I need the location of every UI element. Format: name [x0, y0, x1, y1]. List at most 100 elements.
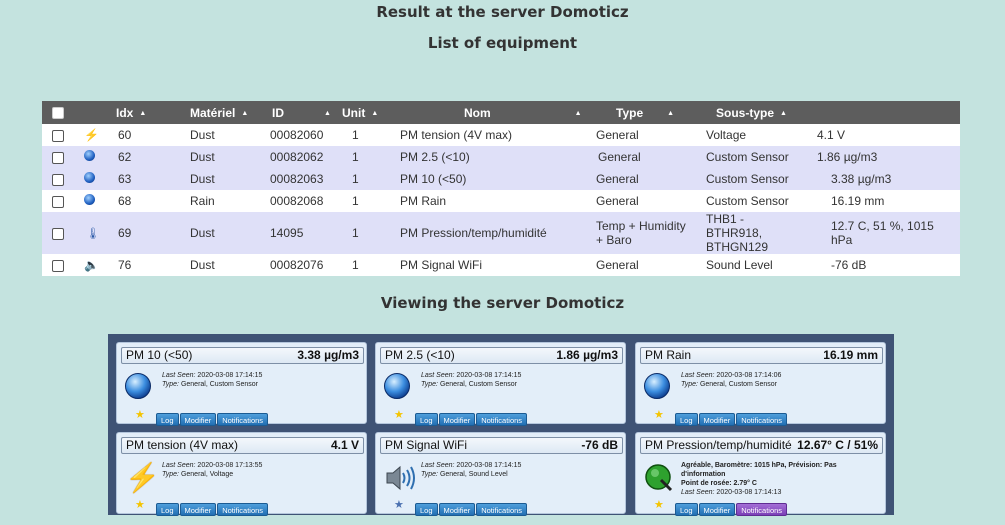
table-row[interactable]: 🌡 69 Dust 14095 1 PM Pression/temp/humid…	[42, 212, 960, 254]
cell-materiel: Dust	[162, 146, 264, 168]
cell-nom: PM Signal WiFi	[388, 254, 586, 276]
card-title-bar: PM Pression/temp/humidité 12.67° C / 51%	[640, 437, 883, 454]
device-value: 3.38 µg/m3	[297, 348, 359, 362]
log-button[interactable]: Log	[675, 503, 698, 516]
modifier-button[interactable]: Modifier	[698, 503, 736, 516]
cell-nom: PM 2.5 (<10)	[388, 146, 586, 168]
table-row[interactable]: ⚡ 60 Dust 00082060 1 PM tension (4V max)…	[42, 124, 960, 146]
viewing-heading: Viewing the server Domoticz	[380, 294, 625, 312]
card-title-bar: PM Rain 16.19 mm	[640, 347, 883, 364]
row-checkbox[interactable]	[52, 129, 64, 142]
device-card: PM Rain 16.19 mm Last Seen: 2020-03-08 1…	[635, 342, 886, 426]
equipment-list-heading: List of equipment	[427, 34, 578, 52]
log-button[interactable]: Log	[156, 503, 179, 516]
favorite-star-icon[interactable]: ★	[654, 500, 664, 511]
sort-icon: ▲	[667, 109, 675, 117]
notifications-button[interactable]: Notifications	[476, 413, 528, 426]
cell-soustype: Custom Sensor	[696, 190, 807, 212]
log-button[interactable]: Log	[156, 413, 179, 426]
select-all-checkbox[interactable]	[52, 107, 64, 120]
cell-id: 00082062	[264, 146, 340, 168]
globe-icon	[84, 194, 95, 205]
log-button[interactable]: Log	[415, 503, 438, 516]
row-checkbox[interactable]	[52, 151, 64, 164]
cell-type: General	[586, 124, 696, 146]
favorite-star-icon[interactable]: ★	[654, 410, 664, 421]
speaker-icon[interactable]	[384, 463, 415, 493]
column-header-nom[interactable]: Nom ▲	[388, 101, 586, 124]
device-value: -76 dB	[581, 438, 618, 452]
row-checkbox[interactable]	[52, 195, 64, 208]
modifier-button[interactable]: Modifier	[698, 413, 736, 426]
globe-icon	[84, 150, 95, 161]
device-name: PM tension (4V max)	[126, 438, 239, 452]
device-name: PM Rain	[645, 348, 692, 362]
log-button[interactable]: Log	[675, 413, 698, 426]
favorite-star-icon[interactable]: ★	[394, 500, 404, 511]
row-checkbox[interactable]	[52, 259, 64, 272]
globe-icon[interactable]	[644, 373, 674, 403]
cell-materiel: Dust	[162, 212, 264, 254]
device-card: PM Signal WiFi -76 dB Last Seen: 2020-03…	[375, 432, 626, 516]
table-row[interactable]: 🔈 76 Dust 00082076 1 PM Signal WiFi Gene…	[42, 254, 960, 276]
cell-soustype: Custom Sensor	[696, 168, 807, 190]
cell-type: General	[586, 254, 696, 276]
card-title-bar: PM 10 (<50) 3.38 µg/m3	[121, 347, 364, 364]
cell-soustype: THB1 - BTHR918, BTHGN129	[696, 212, 807, 254]
notifications-button[interactable]: Notifications	[736, 503, 788, 516]
table-row[interactable]: 63 Dust 00082063 1 PM 10 (<50) General C…	[42, 168, 960, 190]
globe-icon[interactable]	[125, 373, 155, 403]
device-info: Last Seen: 2020-03-08 17:14:15 Type: Gen…	[421, 462, 522, 478]
notifications-button[interactable]: Notifications	[476, 503, 528, 516]
cell-id: 00082060	[264, 124, 340, 146]
cell-unit: 1	[340, 124, 388, 146]
notifications-button[interactable]: Notifications	[217, 413, 269, 426]
favorite-star-icon[interactable]: ★	[135, 410, 145, 421]
cell-unit: 1	[340, 212, 388, 254]
modifier-button[interactable]: Modifier	[438, 413, 476, 426]
table-row[interactable]: 62 Dust 00082062 1 PM 2.5 (<10) General …	[42, 146, 960, 168]
column-header-soustype[interactable]: Sous-type ▲	[696, 101, 807, 124]
sort-icon: ▲	[241, 109, 249, 117]
modifier-button[interactable]: Modifier	[179, 413, 217, 426]
lightning-icon[interactable]: ⚡	[125, 463, 160, 493]
favorite-star-icon[interactable]: ★	[135, 500, 145, 511]
row-checkbox[interactable]	[52, 227, 64, 240]
cell-materiel: Dust	[162, 124, 264, 146]
device-value: 1.86 µg/m3	[556, 348, 618, 362]
table-row[interactable]: 68 Rain 00082068 1 PM Rain General Custo…	[42, 190, 960, 212]
device-value: 16.19 mm	[823, 348, 878, 362]
cell-id: 00082076	[264, 254, 340, 276]
notifications-button[interactable]: Notifications	[217, 503, 269, 516]
column-header-idx[interactable]: Idx ▲	[112, 101, 162, 124]
log-button[interactable]: Log	[415, 413, 438, 426]
column-header-id[interactable]: ID ▲	[264, 101, 340, 124]
notifications-button[interactable]: Notifications	[736, 413, 788, 426]
device-info: Agréable, Baromètre: 1015 hPa, Prévision…	[681, 462, 837, 496]
device-card: PM 2.5 (<10) 1.86 µg/m3 Last Seen: 2020-…	[375, 342, 626, 426]
cell-materiel: Dust	[162, 254, 264, 276]
globe-icon[interactable]	[384, 373, 414, 403]
cell-idx: 60	[112, 124, 162, 146]
cell-idx: 68	[112, 190, 162, 212]
card-title-bar: PM Signal WiFi -76 dB	[380, 437, 623, 454]
sort-icon: ▲	[324, 109, 331, 117]
modifier-button[interactable]: Modifier	[438, 503, 476, 516]
cell-idx: 69	[112, 212, 162, 254]
device-info: Last Seen: 2020-03-08 17:14:15 Type: Gen…	[162, 372, 263, 388]
row-checkbox[interactable]	[52, 173, 64, 186]
cell-type: General	[586, 146, 696, 168]
table-header-row: Idx ▲ Matériel ▲ ID ▲ Unit ▲ Nom ▲ Type ▲ Sous…	[42, 101, 960, 124]
column-header-unit[interactable]: Unit ▲	[340, 101, 388, 124]
temperature-gauge-icon[interactable]	[644, 463, 674, 493]
cell-materiel: Dust	[162, 168, 264, 190]
column-header-type[interactable]: Type ▲	[586, 101, 696, 124]
cell-value: -76 dB	[807, 254, 960, 276]
cell-idx: 63	[112, 168, 162, 190]
device-info: Last Seen: 2020-03-08 17:13:55 Type: Gen…	[162, 462, 263, 478]
modifier-button[interactable]: Modifier	[179, 503, 217, 516]
column-header-materiel[interactable]: Matériel ▲	[162, 101, 264, 124]
cell-unit: 1	[340, 146, 388, 168]
favorite-star-icon[interactable]: ★	[394, 410, 404, 421]
cell-value: 1.86 µg/m3	[807, 146, 960, 168]
